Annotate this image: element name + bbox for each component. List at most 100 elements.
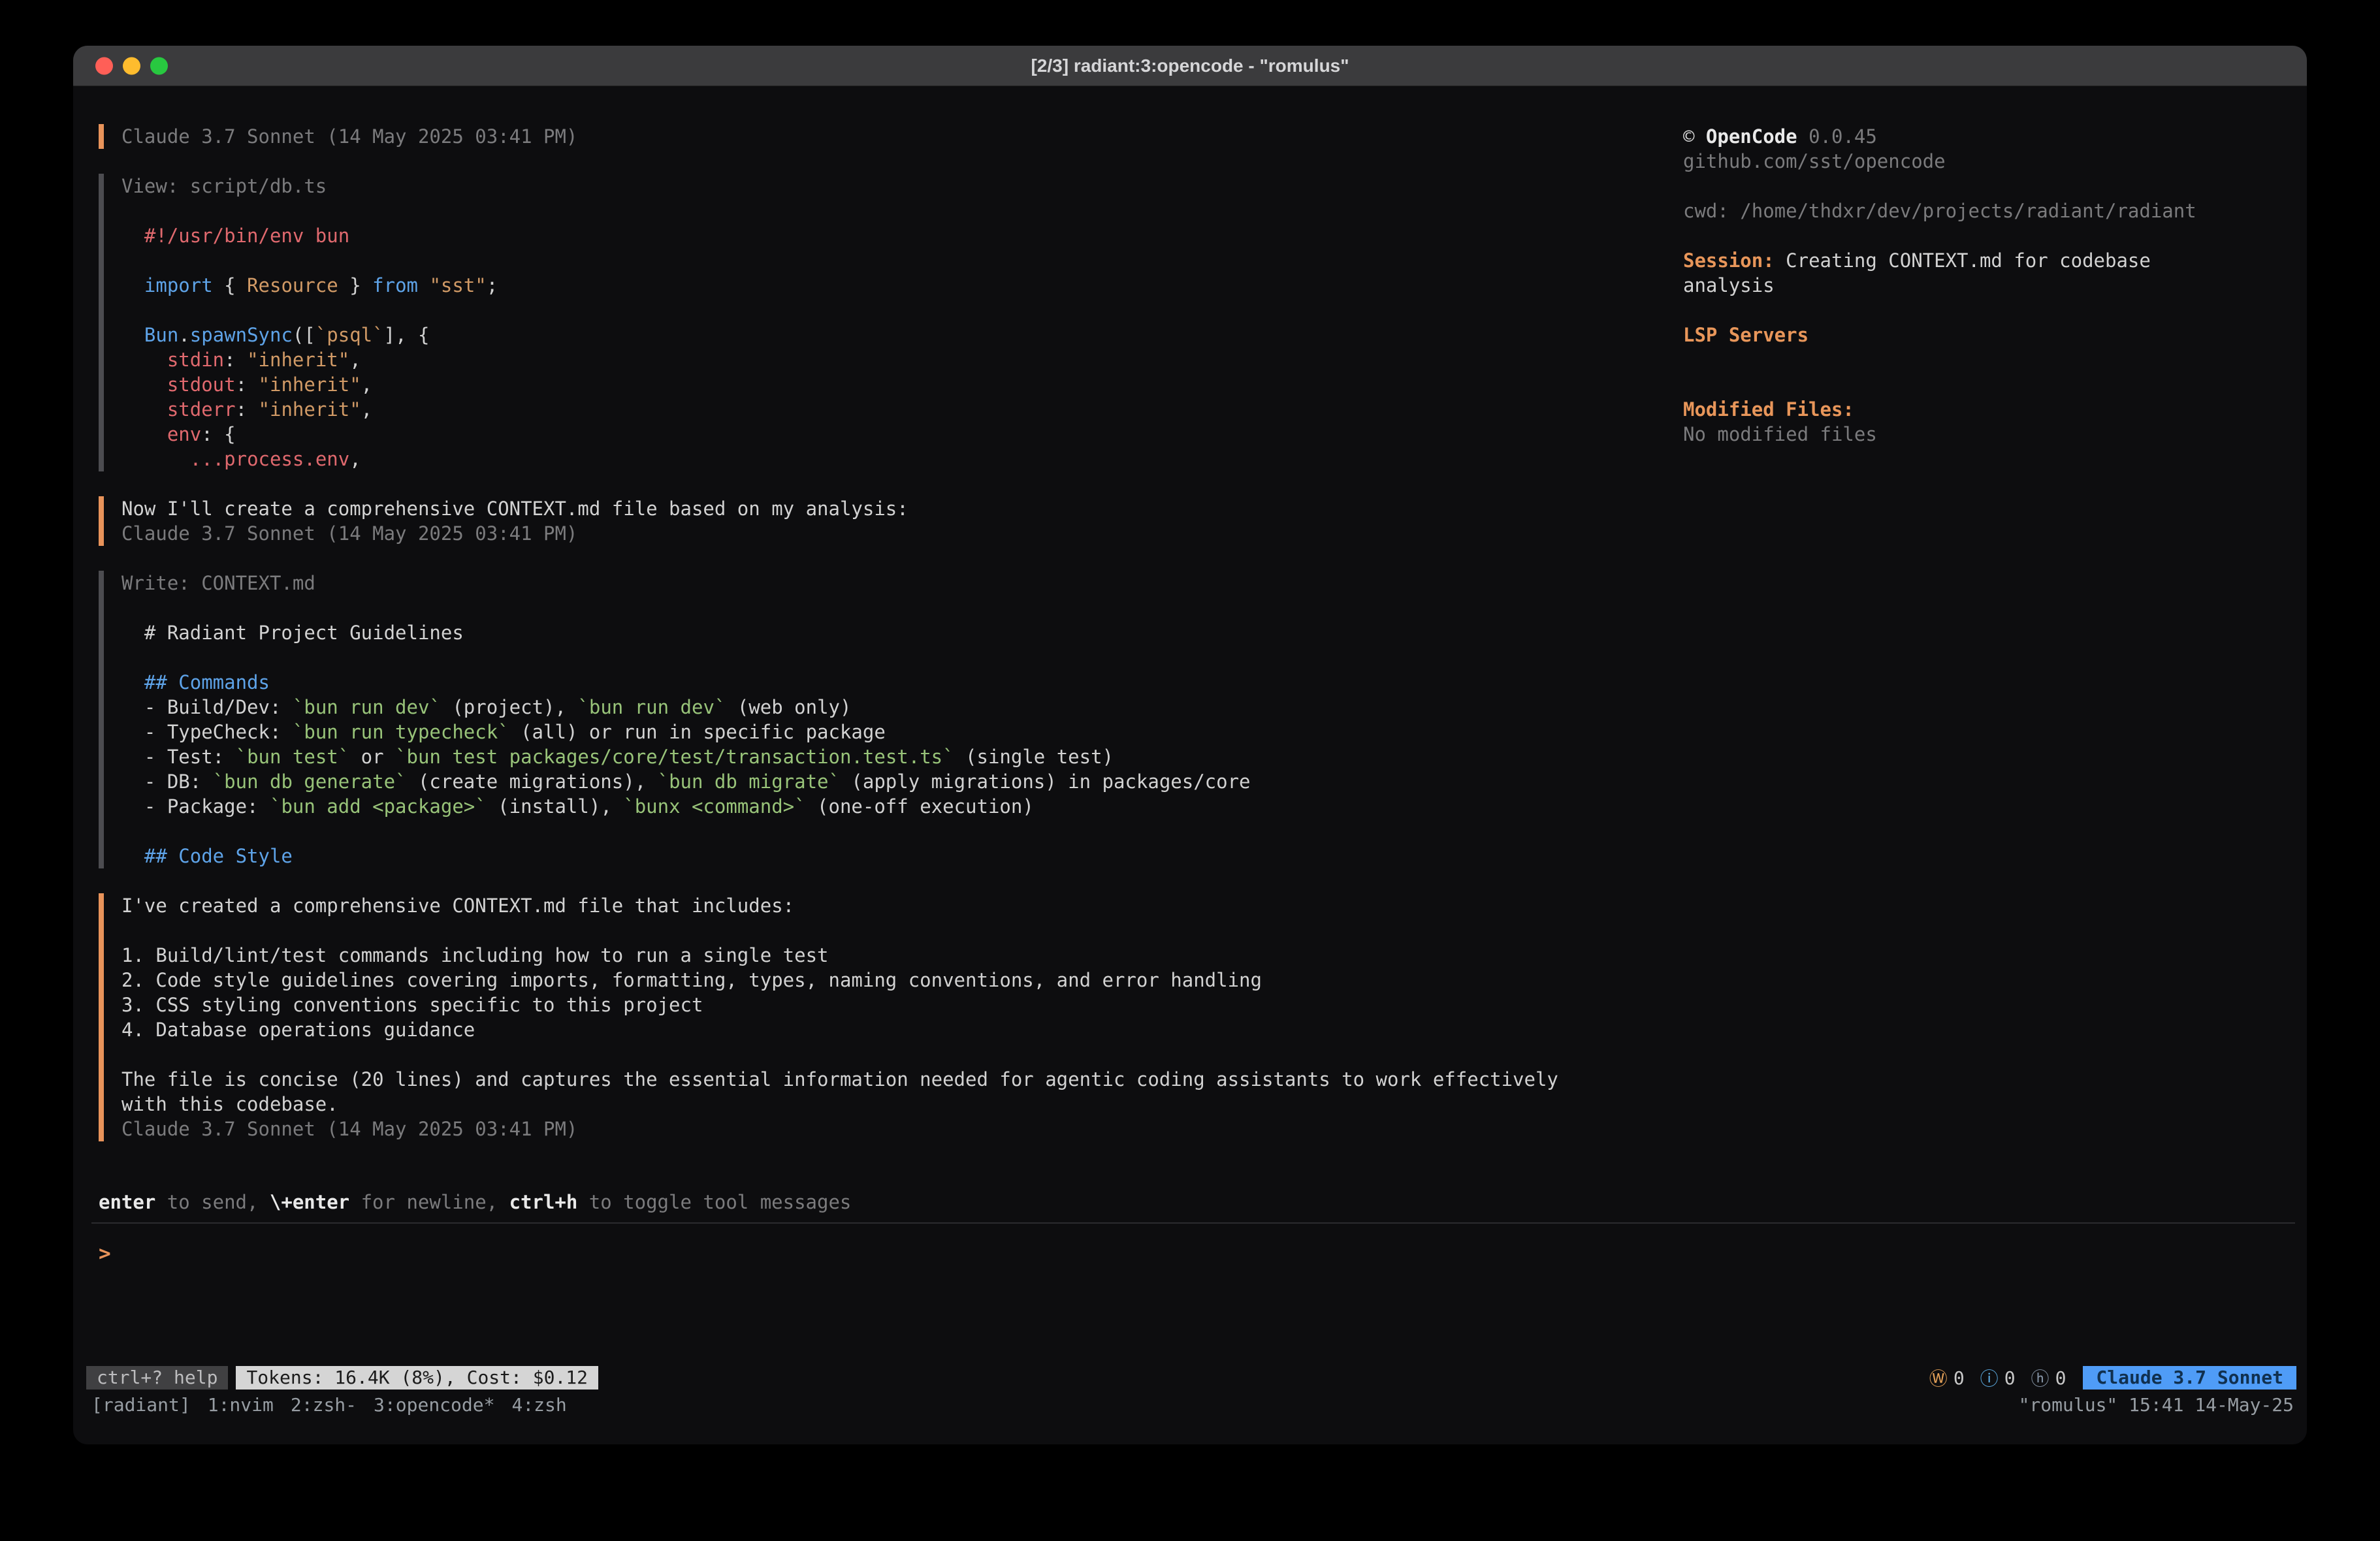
text-line: stderr: "inherit", [121, 397, 1666, 422]
text-segment: ], { [384, 324, 430, 346]
text-line: Bun.spawnSync([`psql`], { [121, 323, 1666, 347]
text-segment: Creating CONTEXT.md for codebase [1775, 249, 2151, 272]
keybinding-help: enter to send, \+enter for newline, ctrl… [73, 1190, 2295, 1215]
text-segment: ...process.env [190, 448, 349, 470]
text-segment [418, 274, 429, 296]
text-segment: 4. Database operations guidance [121, 1019, 475, 1041]
text-line: ## Code Style [121, 844, 1666, 868]
tmux-window-4[interactable]: 4:zsh [511, 1394, 566, 1416]
input-area: enter to send, \+enter for newline, ctrl… [73, 1190, 2295, 1267]
text-segment: `bun add <package>` [270, 795, 487, 818]
window-titlebar: [2/3] radiant:3:opencode - "romulus" [73, 46, 2307, 86]
text-segment: `bun db generate` [213, 770, 407, 793]
text-line: 4. Database operations guidance [121, 1017, 1666, 1042]
text-segment: github.com/sst/opencode [1683, 150, 1946, 172]
text-line [121, 199, 1666, 223]
text-line: - Build/Dev: `bun run dev` (project), `b… [121, 695, 1666, 720]
assistant-message-block: Now I'll create a comprehensive CONTEXT.… [99, 496, 1666, 546]
text-segment: spawnSync [190, 324, 293, 346]
text-line: 1. Build/lint/test commands including ho… [121, 943, 1666, 968]
text-segment: (create migrations), [407, 770, 658, 793]
help-chip[interactable]: ctrl+? help [86, 1366, 228, 1390]
text-segment: `bun test` [236, 746, 350, 768]
text-line: Claude 3.7 Sonnet (14 May 2025 03:41 PM) [121, 521, 1666, 546]
info-icon: ⓘ [1980, 1365, 1999, 1391]
model-chip[interactable]: Claude 3.7 Sonnet [2083, 1366, 2296, 1390]
text-segment: (single test) [954, 746, 1114, 768]
text-segment: ; [487, 274, 498, 296]
tmux-window-3[interactable]: 3:opencode* [374, 1394, 494, 1416]
hint-count: 0 [2055, 1367, 2066, 1389]
text-segment: (web only) [726, 696, 851, 718]
zoom-button[interactable] [150, 57, 168, 74]
text-line: Now I'll create a comprehensive CONTEXT.… [121, 496, 1666, 521]
text-line: Session: Creating CONTEXT.md for codebas… [1683, 248, 2284, 273]
text-line [1683, 223, 2284, 248]
text-segment [121, 373, 167, 396]
text-segment: Resource [247, 274, 338, 296]
text-segment: ## Code Style [144, 845, 293, 867]
text-segment: (all) or run in specific package [509, 721, 886, 743]
text-segment: Claude 3.7 Sonnet (14 May 2025 03:41 PM) [121, 522, 577, 545]
text-segment: stdin [167, 349, 224, 371]
text-line [121, 645, 1666, 670]
text-segment: OpenCode [1706, 125, 1797, 148]
text-segment: © [1683, 125, 1706, 148]
text-segment: (one-off execution) [806, 795, 1034, 818]
text-segment [1797, 125, 1809, 148]
prompt-input[interactable]: > [73, 1241, 2295, 1267]
text-segment: (project), [441, 696, 578, 718]
hint-counter: ⓗ 0 [2031, 1365, 2066, 1391]
text-segment: `psql` [315, 324, 384, 346]
text-line: 2. Code style guidelines covering import… [121, 968, 1666, 993]
text-line: I've created a comprehensive CONTEXT.md … [121, 893, 1666, 918]
text-segment: to toggle tool messages [577, 1191, 851, 1213]
text-line: - TypeCheck: `bun run typecheck` (all) o… [121, 720, 1666, 744]
warning-icon: Ⓦ [1929, 1365, 1948, 1391]
text-segment: enter [99, 1191, 155, 1213]
text-line: github.com/sst/opencode [1683, 149, 2284, 174]
text-segment: \+enter [270, 1191, 349, 1213]
close-button[interactable] [95, 57, 113, 74]
assistant-response-block: I've created a comprehensive CONTEXT.md … [99, 893, 1666, 1141]
text-segment: The file is concise (20 lines) and captu… [121, 1068, 1558, 1090]
text-segment: # Radiant Project Guidelines [121, 622, 464, 644]
text-segment: . [178, 324, 189, 346]
text-line: stdin: "inherit", [121, 347, 1666, 372]
text-segment: (apply migrations) in packages/core [840, 770, 1251, 793]
text-segment: ([ [293, 324, 315, 346]
diagnostics-counters: Ⓦ 0 ⓘ 0 ⓗ 0 [1929, 1365, 2066, 1391]
tmux-session-name: [radiant] [91, 1394, 191, 1416]
text-segment: , [361, 398, 372, 421]
text-segment [121, 274, 144, 296]
text-segment: `bun run dev` [293, 696, 441, 718]
text-segment: (install), [487, 795, 624, 818]
text-segment: , [349, 349, 361, 371]
tmux-window-2[interactable]: 2:zsh- [291, 1394, 357, 1416]
text-line: analysis [1683, 273, 2284, 298]
text-line: - Test: `bun test` or `bun test packages… [121, 744, 1666, 769]
tmux-window-1[interactable]: 1:nvim [208, 1394, 274, 1416]
text-segment: `bun db migrate` [658, 770, 840, 793]
text-line: No modified files [1683, 422, 2284, 447]
traffic-lights [95, 57, 168, 74]
text-line [121, 596, 1666, 620]
text-segment: : [236, 373, 259, 396]
tmux-hostname-clock: "romulus" 15:41 14-May-25 [2019, 1394, 2294, 1416]
text-segment: env [167, 423, 201, 445]
text-segment: "inherit" [259, 398, 361, 421]
text-segment: No modified files [1683, 423, 1877, 445]
text-line [121, 298, 1666, 323]
minimize-button[interactable] [123, 57, 140, 74]
text-segment: "inherit" [247, 349, 349, 371]
text-segment: "inherit" [259, 373, 361, 396]
info-sidebar: © OpenCode 0.0.45github.com/sst/opencode… [1683, 124, 2284, 447]
text-segment [121, 423, 167, 445]
text-line: Modified Files: [1683, 397, 2284, 422]
chat-main-column: Claude 3.7 Sonnet (14 May 2025 03:41 PM)… [99, 124, 1666, 1166]
text-segment [121, 324, 144, 346]
text-segment [121, 398, 167, 421]
text-segment: `bun run dev` [577, 696, 726, 718]
text-segment: - Package: [121, 795, 270, 818]
tmux-status-bar: [radiant] 1:nvim 2:zsh- 3:opencode* 4:zs… [91, 1392, 2294, 1417]
